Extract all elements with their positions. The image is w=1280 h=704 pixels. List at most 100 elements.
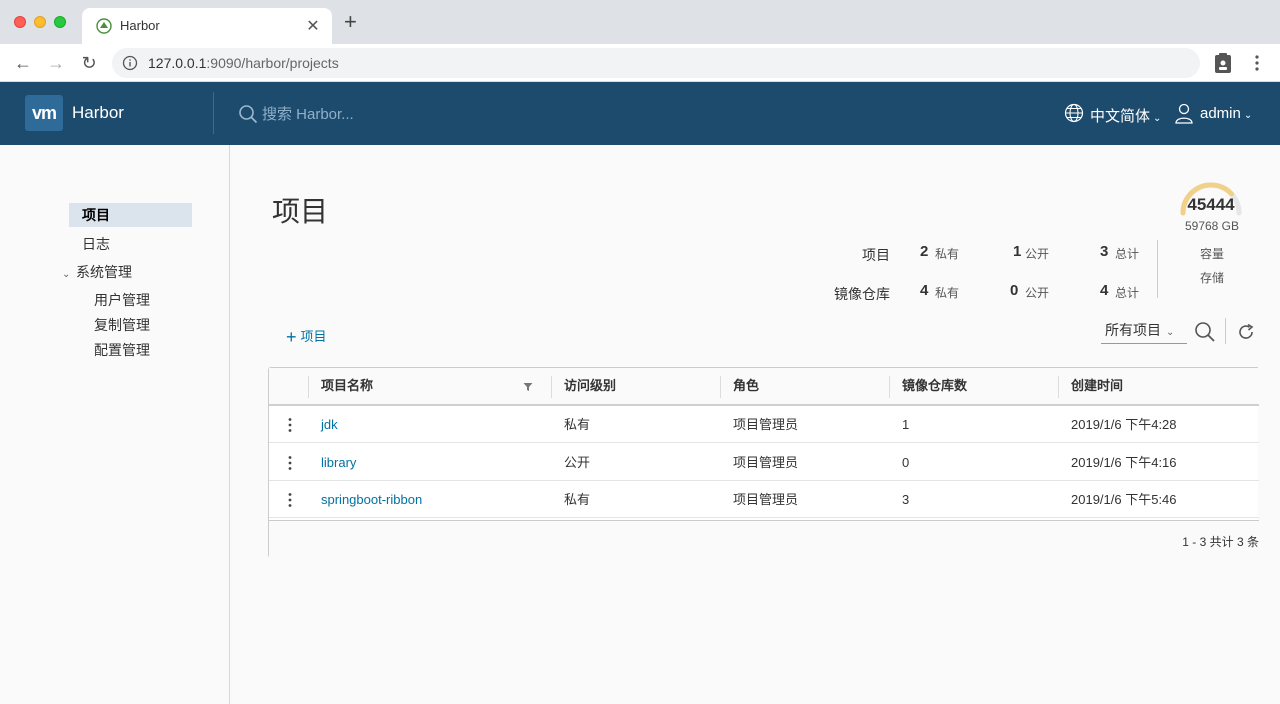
project-repo-count: 3 [902, 492, 910, 507]
project-name-link[interactable]: springboot-ribbon [309, 481, 422, 518]
chevron-down-icon: ⌄ [1166, 327, 1175, 338]
stat-repos-label: 镜像仓库 [834, 286, 890, 302]
tab-title: Harbor [120, 18, 160, 33]
table-row: springboot-ribbon 私有 项目管理员 3 2019/1/6 下午… [269, 481, 1259, 518]
sidebar-group-admin[interactable]: ⌄ 系统管理 [62, 262, 132, 282]
stat-repos-total: 4 [1100, 282, 1109, 299]
project-created: 2019/1/6 下午4:28 [1071, 417, 1177, 432]
capacity-total: 59768 GB [1184, 219, 1240, 233]
project-repo-count: 1 [902, 417, 910, 432]
table-header: 项目名称 访问级别 角色 镜像仓库数 创建时间 [269, 368, 1259, 406]
refresh-icon[interactable] [1236, 322, 1256, 342]
info-icon[interactable] [122, 55, 138, 71]
stat-projects-total: 3 [1100, 243, 1109, 260]
project-created: 2019/1/6 下午5:46 [1071, 492, 1177, 507]
tab-close-icon[interactable]: ✕ [304, 16, 322, 36]
header-divider [213, 92, 214, 134]
globe-icon [1064, 103, 1084, 123]
language-label: 中文简体 [1090, 108, 1151, 125]
filter-icon[interactable] [523, 382, 533, 392]
back-arrow-icon[interactable]: ← [12, 52, 34, 74]
column-header-repo-count[interactable]: 镜像仓库数 [890, 368, 967, 404]
column-header-access[interactable]: 访问级别 [552, 368, 616, 404]
project-role: 项目管理员 [733, 492, 799, 507]
sidebar-item-replication[interactable]: 复制管理 [94, 315, 150, 335]
project-created: 2019/1/6 下午4:16 [1071, 455, 1177, 470]
address-bar[interactable]: 127.0.0.1:9090/harbor/projects [112, 48, 1200, 78]
page-title: 项目 [272, 196, 329, 227]
stat-total-text: 总计 [1115, 286, 1140, 300]
stat-total-text: 总计 [1115, 247, 1140, 261]
reload-icon[interactable]: ↻ [78, 52, 100, 74]
table-row: library 公开 项目管理员 0 2019/1/6 下午4:16 [269, 444, 1259, 481]
browser-tab[interactable]: Harbor ✕ [82, 8, 332, 44]
storage-label: 存储 [1199, 271, 1224, 285]
sidebar-item-user-management[interactable]: 用户管理 [94, 290, 150, 310]
sidebar-item-logs[interactable]: 日志 [69, 232, 192, 256]
row-actions-icon[interactable] [284, 455, 296, 471]
row-actions-icon[interactable] [284, 417, 296, 433]
project-access: 公开 [564, 455, 591, 470]
project-name-link[interactable]: jdk [309, 406, 338, 443]
stat-repos-public: 0 [1010, 282, 1019, 299]
window-minimize-button[interactable] [34, 16, 46, 28]
username-label: admin [1200, 105, 1241, 122]
stat-public-text: 公开 [1025, 286, 1050, 300]
sidebar: 项目 日志 ⌄ 系统管理 用户管理 复制管理 配置管理 [0, 145, 230, 704]
forward-arrow-icon[interactable]: → [45, 52, 67, 74]
chevron-down-icon: ⌄ [62, 269, 71, 280]
window-zoom-button[interactable] [54, 16, 66, 28]
project-role: 项目管理员 [733, 455, 799, 470]
address-url: 127.0.0.1:9090/harbor/projects [148, 55, 339, 71]
vmware-logo[interactable]: vm [25, 95, 63, 131]
column-header-name[interactable]: 项目名称 [309, 368, 373, 404]
sidebar-item-projects[interactable]: 项目 [69, 203, 192, 227]
url-host: 127.0.0.1 [148, 55, 207, 71]
table-footer: 1 - 3 共计 3 条 [269, 520, 1259, 558]
browser-tab-bar: Harbor ✕ + [0, 0, 1280, 44]
stat-projects-public: 1 [1013, 243, 1022, 260]
browser-toolbar: ← → ↻ 127.0.0.1:9090/harbor/projects [0, 44, 1280, 82]
capacity-used: 45444 [1187, 195, 1235, 214]
url-path: :9090/harbor/projects [206, 55, 339, 71]
plus-icon: + [286, 327, 297, 347]
row-actions-icon[interactable] [284, 492, 296, 508]
window-close-button[interactable] [14, 16, 26, 28]
stat-private-text: 私有 [935, 286, 960, 300]
chevron-down-icon: ⌄ [1243, 110, 1253, 121]
clipboard-extension-icon[interactable] [1213, 52, 1233, 74]
table-row: jdk 私有 项目管理员 1 2019/1/6 下午4:28 [269, 406, 1259, 443]
capacity-label: 容量 [1199, 247, 1224, 261]
project-role: 项目管理员 [733, 417, 799, 432]
pagination-summary: 1 - 3 共计 3 条 [1182, 535, 1259, 549]
stats-divider [1157, 240, 1158, 298]
harbor-favicon-icon [96, 18, 112, 34]
add-project-label: 项目 [300, 329, 327, 344]
sidebar-group-label: 系统管理 [76, 264, 132, 280]
browser-menu-icon[interactable] [1250, 53, 1264, 73]
stat-projects-private: 2 [920, 243, 929, 260]
app-header: vm Harbor 中文简体⌄ admin⌄ [0, 82, 1280, 145]
project-access: 私有 [564, 417, 591, 432]
column-header-role[interactable]: 角色 [721, 368, 759, 404]
filter-select-value: 所有项目 [1105, 322, 1161, 338]
projects-table: 项目名称 访问级别 角色 镜像仓库数 创建时间 jdk 私有 项目管理员 1 2… [268, 367, 1259, 558]
stat-repos-private: 4 [920, 282, 929, 299]
sidebar-item-configuration[interactable]: 配置管理 [94, 340, 150, 360]
stat-projects-label: 项目 [862, 247, 890, 263]
add-project-button[interactable]: + 项目 [286, 326, 327, 348]
project-name-link[interactable]: library [309, 444, 356, 481]
toolbar-divider [1225, 318, 1226, 344]
new-tab-button[interactable]: + [344, 11, 357, 33]
user-icon [1175, 103, 1193, 124]
project-filter-select[interactable]: 所有项目 ⌄ [1101, 320, 1187, 344]
table-search-icon[interactable] [1194, 321, 1216, 343]
search-icon [239, 105, 258, 124]
brand-name[interactable]: Harbor [72, 103, 124, 123]
project-repo-count: 0 [902, 455, 910, 470]
project-access: 私有 [564, 492, 591, 507]
column-header-created[interactable]: 创建时间 [1059, 368, 1123, 404]
global-search-input[interactable] [262, 102, 562, 126]
stat-private-text: 私有 [935, 247, 960, 261]
stat-public-text: 公开 [1025, 247, 1050, 261]
